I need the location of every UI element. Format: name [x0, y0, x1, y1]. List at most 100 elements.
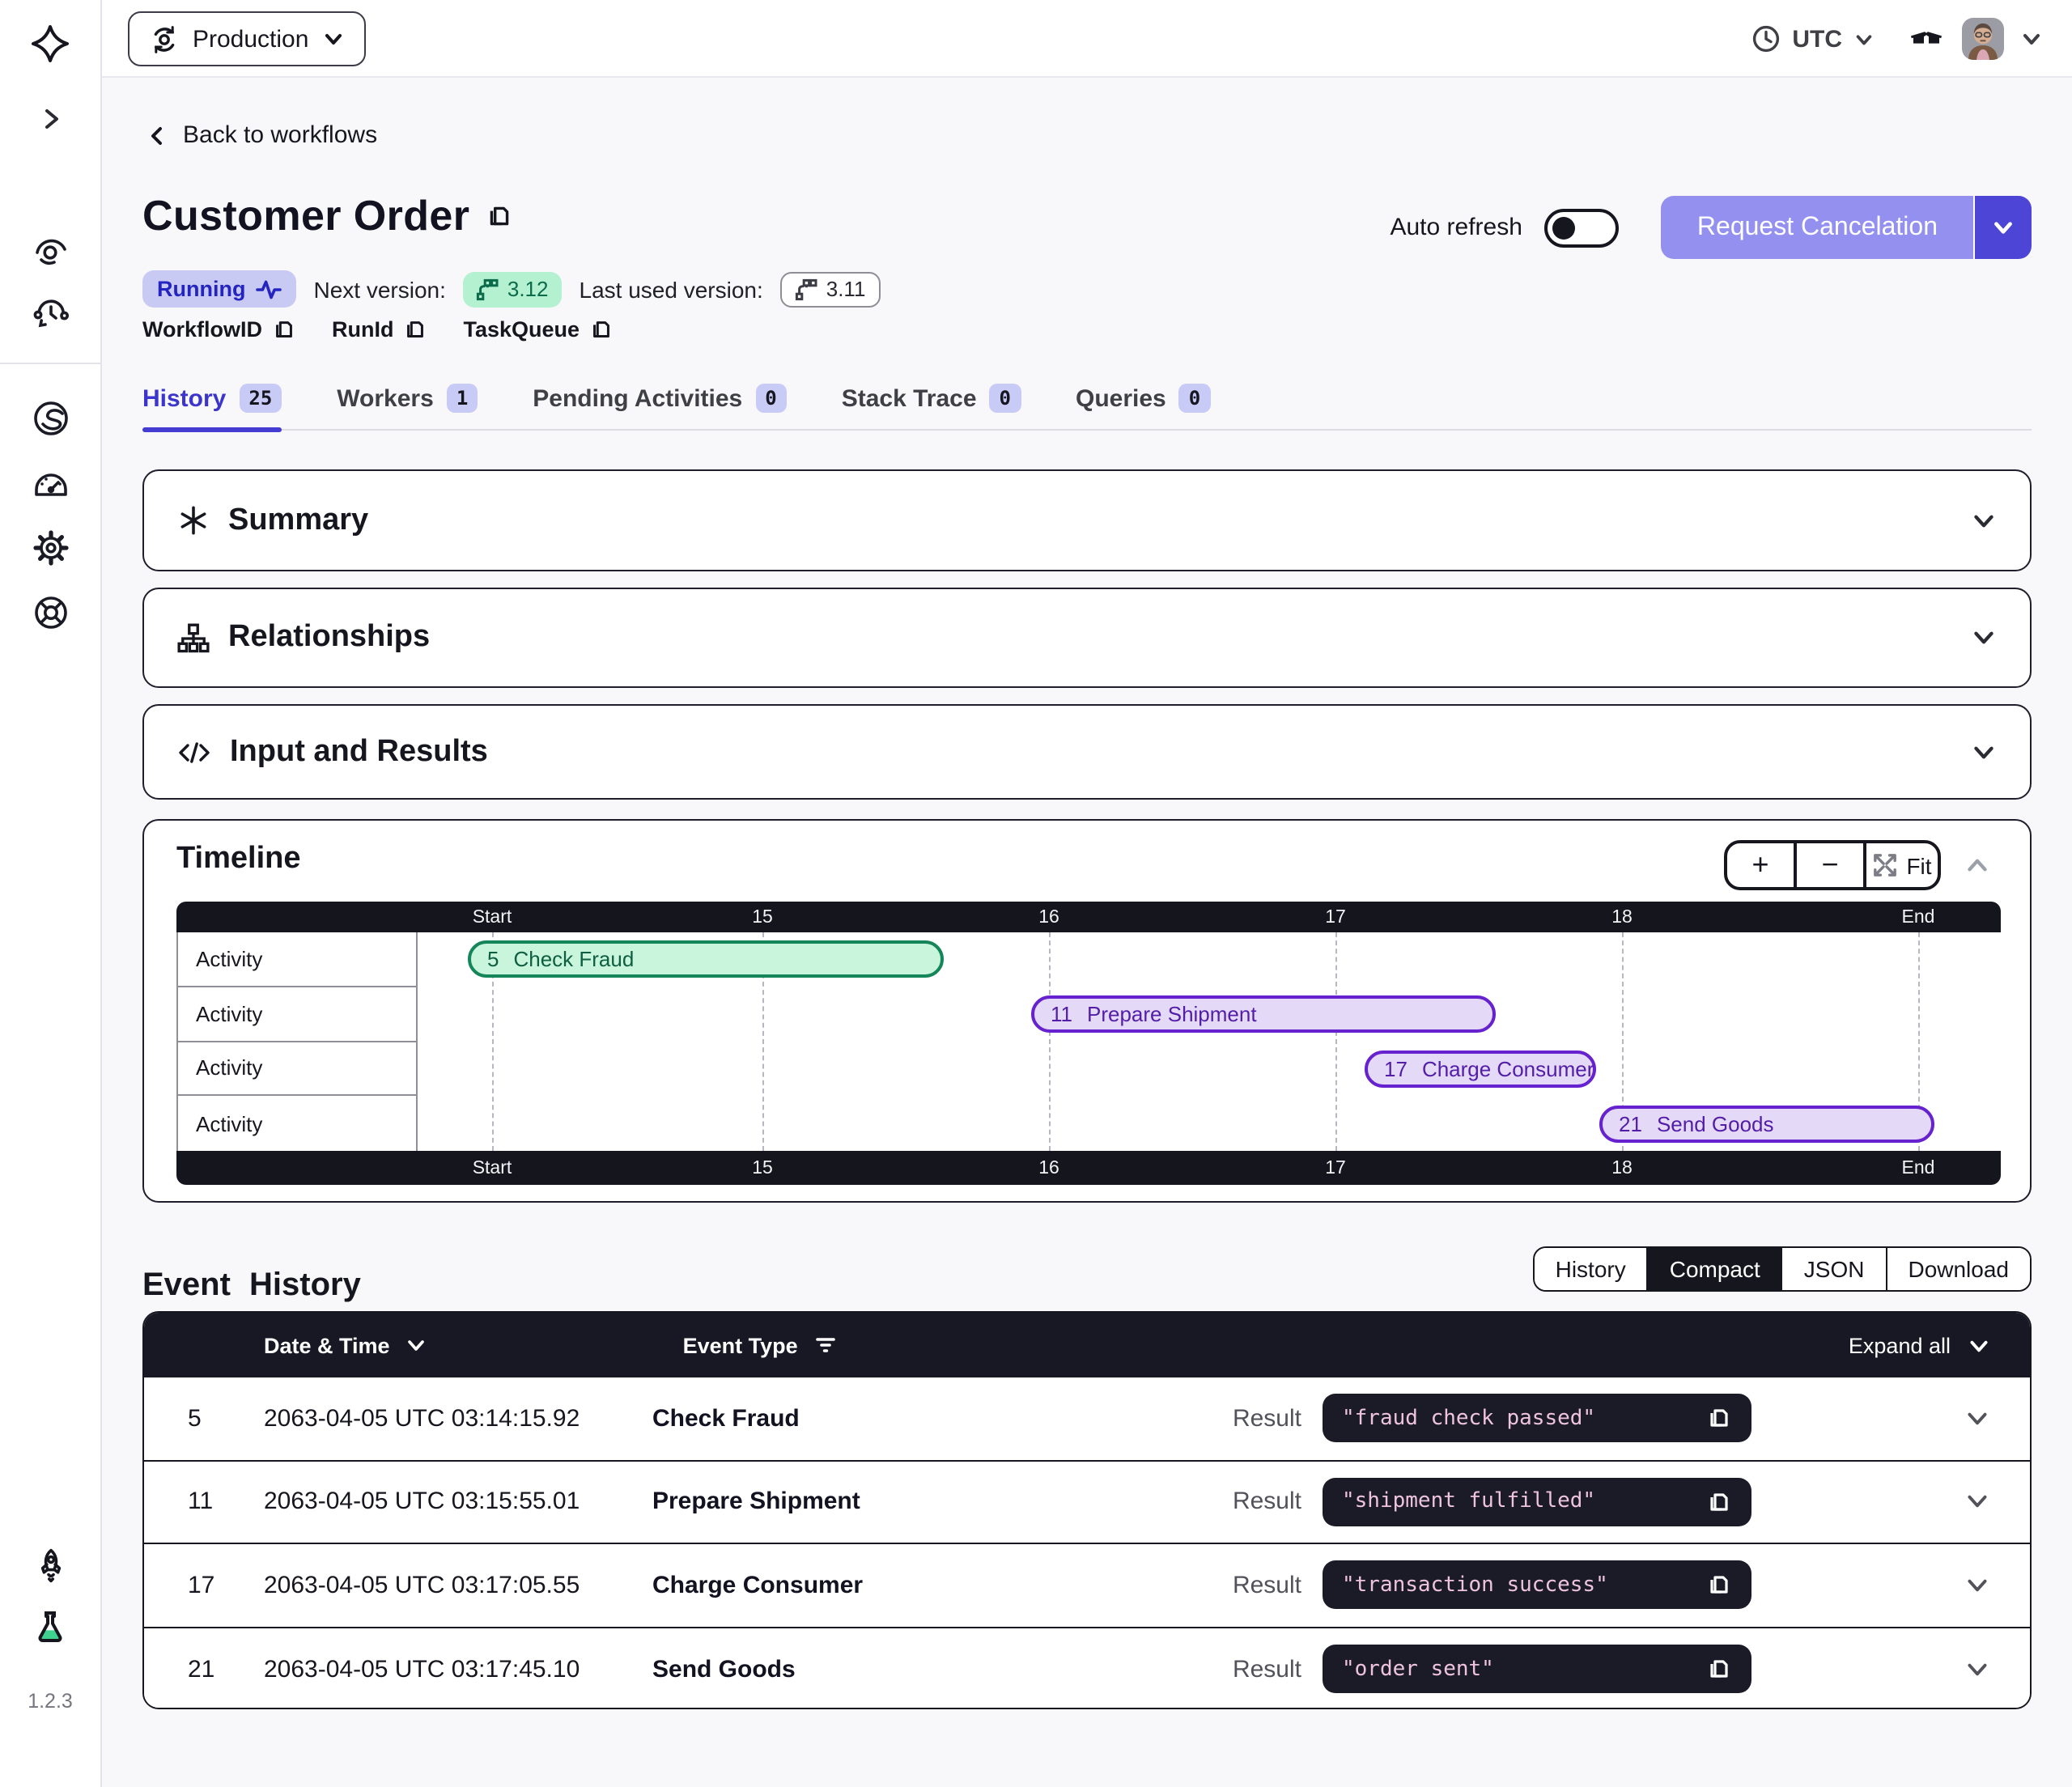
axis-tick-label: End	[1902, 1158, 1935, 1178]
copy-icon[interactable]	[486, 202, 513, 230]
user-menu-chevron-icon[interactable]	[2020, 28, 2043, 50]
nexus-icon[interactable]	[29, 397, 71, 439]
event-id: 17	[1384, 1057, 1408, 1081]
zoom-out-button[interactable]: −	[1797, 843, 1863, 887]
page-title: Customer Order	[142, 191, 469, 241]
whats-new-rocket-icon[interactable]	[29, 1544, 71, 1586]
task-queue-chip[interactable]: TaskQueue	[464, 317, 614, 342]
event-type-column-header[interactable]: Event Type	[683, 1333, 837, 1357]
timeline-chart: Activity Activity Activity Activity 5Che…	[176, 932, 2001, 1151]
copy-icon[interactable]	[1706, 1406, 1732, 1432]
tab-workers[interactable]: Workers1	[337, 374, 478, 429]
schedules-icon[interactable]	[29, 291, 71, 333]
sidebar: 1.2.3	[0, 0, 102, 1787]
event-row[interactable]: 5 2063-04-05 UTC 03:14:15.92 Check Fraud…	[144, 1377, 2030, 1461]
usage-icon[interactable]	[29, 461, 71, 503]
relationships-panel[interactable]: Relationships	[142, 588, 2032, 688]
namespace-selector[interactable]: Production	[128, 11, 365, 66]
date-time-column-header[interactable]: Date & Time	[264, 1333, 427, 1357]
chevron-down-icon[interactable]	[1970, 624, 1998, 652]
fit-button[interactable]: Fit	[1866, 843, 1938, 887]
back-to-workflows-link[interactable]: Back to workflows	[146, 121, 377, 149]
timeline-bar-check-fraud[interactable]: 5Check Fraud	[468, 940, 944, 978]
avatar[interactable]	[1962, 18, 2004, 60]
support-lifebuoy-icon[interactable]	[29, 591, 71, 633]
status-label: Running	[157, 277, 245, 301]
view-mode-compact[interactable]: Compact	[1649, 1248, 1783, 1290]
input-results-panel[interactable]: Input and Results	[142, 704, 2032, 800]
copy-icon[interactable]	[589, 317, 614, 342]
expand-sidebar-chevron-icon[interactable]	[29, 97, 71, 139]
timeline-row-label: Activity	[178, 1097, 416, 1152]
view-mode-history[interactable]: History	[1535, 1248, 1649, 1290]
labs-glasses-icon[interactable]	[1907, 18, 1946, 60]
copy-icon[interactable]	[1706, 1573, 1732, 1598]
activity-name: Prepare Shipment	[1087, 1002, 1257, 1026]
axis-tick-label: 17	[1325, 907, 1346, 927]
chevron-down-icon[interactable]	[1970, 507, 1998, 534]
copy-icon[interactable]	[404, 317, 428, 342]
settings-gear-icon[interactable]	[29, 526, 71, 568]
timeline-bar-prepare-shipment[interactable]: 11Prepare Shipment	[1031, 995, 1496, 1033]
row-expand-chevron-icon[interactable]	[1964, 1572, 1991, 1599]
tab-history[interactable]: History25	[142, 374, 282, 429]
version-stamp-icon	[477, 278, 499, 300]
timeline-gridline	[1049, 932, 1051, 1151]
timeline-collapse-chevron-icon[interactable]	[1964, 851, 1991, 879]
run-id-chip[interactable]: RunId	[332, 317, 428, 342]
task-queue-label: TaskQueue	[464, 317, 580, 342]
app-version: 1.2.3	[28, 1690, 73, 1713]
row-expand-chevron-icon[interactable]	[1964, 1488, 1991, 1516]
axis-tick-label: End	[1902, 907, 1935, 927]
event-row[interactable]: 11 2063-04-05 UTC 03:15:55.01 Prepare Sh…	[144, 1461, 2030, 1544]
copy-icon[interactable]	[1706, 1489, 1732, 1515]
expand-all-button[interactable]: Expand all	[1849, 1333, 1991, 1357]
timeline-row-label: Activity	[178, 932, 416, 987]
next-version-label: Next version:	[313, 276, 445, 302]
copy-icon[interactable]	[272, 317, 296, 342]
timeline-gridline	[1335, 932, 1337, 1151]
labs-flask-icon[interactable]	[29, 1606, 71, 1648]
axis-tick-label: Start	[473, 1158, 512, 1178]
result-pill: "transaction success"	[1323, 1561, 1751, 1610]
chevron-down-icon[interactable]	[1970, 738, 1998, 766]
row-expand-chevron-icon[interactable]	[1964, 1405, 1991, 1433]
tab-stack-trace[interactable]: Stack Trace0	[842, 374, 1021, 429]
auto-refresh-label: Auto refresh	[1390, 214, 1522, 241]
event-type: Charge Consumer	[610, 1572, 863, 1599]
row-expand-chevron-icon[interactable]	[1964, 1656, 1991, 1683]
code-icon	[176, 734, 212, 770]
zoom-in-button[interactable]: +	[1727, 843, 1794, 887]
fit-label: Fit	[1906, 852, 1931, 878]
last-used-version-badge: 3.11	[781, 271, 881, 307]
cancel-menu-arrow[interactable]	[1973, 196, 2032, 259]
timeline-bar-charge-consumer[interactable]: 17Charge Consumer	[1365, 1051, 1596, 1088]
request-cancelation-label[interactable]: Request Cancelation	[1662, 196, 1973, 259]
timezone-selector[interactable]: UTC	[1751, 24, 1875, 53]
axis-tick-label: 15	[752, 907, 773, 927]
auto-refresh-toggle[interactable]	[1545, 208, 1620, 247]
request-cancelation-button[interactable]: Request Cancelation	[1662, 196, 2032, 259]
view-mode-json[interactable]: JSON	[1783, 1248, 1887, 1290]
timeline-bar-send-goods[interactable]: 21Send Goods	[1599, 1106, 1934, 1143]
tab-pending-activities[interactable]: Pending Activities0	[533, 374, 786, 429]
result-value: "fraud check passed"	[1342, 1407, 1706, 1431]
event-row[interactable]: 21 2063-04-05 UTC 03:17:45.10 Send Goods…	[144, 1628, 2030, 1709]
main-content: Back to workflows Customer Order Auto re…	[102, 78, 2072, 1787]
event-id: 5	[487, 947, 499, 971]
workflows-icon[interactable]	[29, 230, 71, 272]
event-row[interactable]: 17 2063-04-05 UTC 03:17:05.55 Charge Con…	[144, 1544, 2030, 1628]
result-value: "shipment fulfilled"	[1342, 1490, 1706, 1514]
tab-label: Pending Activities	[533, 384, 742, 412]
summary-panel[interactable]: Summary	[142, 469, 2032, 571]
download-button[interactable]: Download	[1887, 1248, 2030, 1290]
timeline-zoom-controls: + − Fit	[1724, 840, 1941, 890]
event-datetime: 2063-04-05 UTC 03:14:15.92	[222, 1405, 610, 1433]
workflow-id-chip[interactable]: WorkflowID	[142, 317, 296, 342]
namespace-icon	[149, 23, 180, 54]
result-label: Result	[1233, 1656, 1301, 1683]
result-label: Result	[1233, 1572, 1301, 1599]
next-version-badge: 3.12	[464, 271, 562, 307]
copy-icon[interactable]	[1706, 1657, 1732, 1683]
tab-queries[interactable]: Queries0	[1076, 374, 1210, 429]
